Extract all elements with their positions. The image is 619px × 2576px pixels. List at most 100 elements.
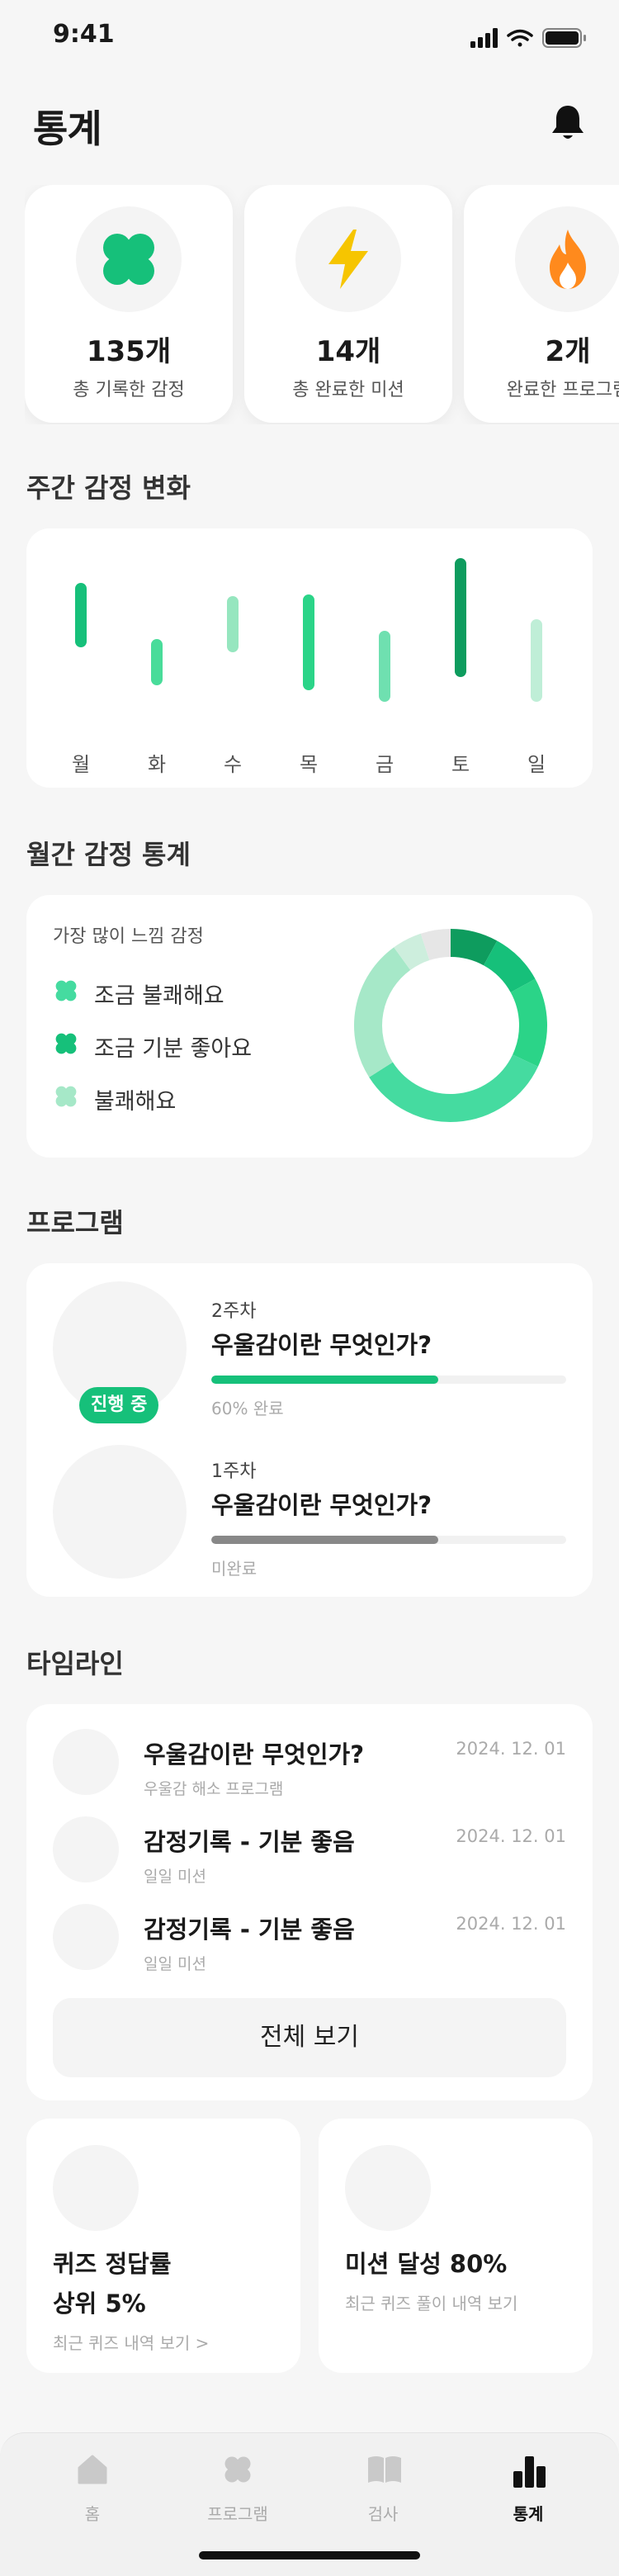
program-thumbnail (53, 1445, 187, 1579)
weekly-day-label: 화 (147, 753, 167, 776)
program-progress-fill (211, 1536, 439, 1544)
tab-home[interactable]: 홈 (35, 2453, 150, 2536)
timeline-date: 2024. 12. 01 (456, 1739, 566, 1759)
quiz-title-line2: 상위 5% (53, 2290, 146, 2318)
weekly-bar-0 (75, 583, 87, 647)
summary-icon-bg (515, 206, 619, 312)
timeline-item[interactable]: 감정기록 - 기분 좋음 일일 미션 2024. 12. 01 (26, 1904, 593, 1978)
program-item[interactable]: 1주차 우울감이란 무엇인가? 미완료 (26, 1428, 593, 1593)
summary-value: 135개 (86, 335, 172, 368)
summary-icon-bg (76, 206, 182, 312)
weekly-day-label: 수 (223, 753, 243, 776)
mission-card[interactable]: 미션 달성 80% 최근 퀴즈 풀이 내역 보기 (319, 2119, 593, 2373)
page-header: 통계 (0, 83, 619, 162)
program-week: 2주차 (211, 1301, 257, 1322)
bell-icon[interactable] (546, 101, 589, 144)
tab-program[interactable]: 프로그램 (180, 2453, 295, 2536)
summary-card-missions[interactable]: 14개 총 완료한 미션 (244, 185, 452, 423)
mission-title: 미션 달성 80% (345, 2250, 508, 2278)
weekly-day-label: 목 (299, 753, 319, 776)
donut-segment-6 (420, 929, 451, 961)
weekly-day-label: 일 (527, 753, 546, 776)
mission-history-link[interactable]: 최근 퀴즈 풀이 내역 보기 (345, 2290, 517, 2314)
tab-label: 통계 (513, 2504, 544, 2524)
summary-icon-bg (295, 206, 401, 312)
wifi-icon (507, 29, 533, 47)
donut-segment-1 (483, 940, 536, 993)
timeline-card: 우울감이란 무엇인가? 우울감 해소 프로그램 2024. 12. 01 감정기… (26, 1704, 593, 2100)
status-time: 9:41 (53, 20, 115, 49)
book-icon (368, 2456, 401, 2483)
summary-value: 2개 (545, 335, 591, 368)
clover-icon (103, 234, 154, 285)
donut-segment-3 (369, 1054, 538, 1122)
program-progress-fill (211, 1376, 439, 1384)
quiz-history-link[interactable]: 최근 퀴즈 내역 보기 > (53, 2330, 209, 2354)
tab-label: 프로그램 (207, 2504, 268, 2524)
weekly-bar-5 (455, 558, 466, 677)
tab-test[interactable]: 검사 (325, 2453, 441, 2536)
clover-icon (55, 1086, 77, 1107)
timeline-date: 2024. 12. 01 (456, 1826, 566, 1846)
timeline-title: 우울감이란 무엇인가? (144, 1740, 365, 1769)
summary-label: 총 완료한 미션 (292, 380, 404, 400)
quiz-thumbnail (53, 2145, 139, 2231)
status-bar: 9:41 (0, 0, 619, 73)
legend-label: 조금 불쾌해요 (94, 983, 224, 1009)
timeline-subtitle: 우울감 해소 프로그램 (144, 1780, 284, 1798)
weekly-day-label: 금 (375, 753, 395, 776)
program-status-badge: 진행 중 (79, 1387, 159, 1423)
legend-label: 불쾌해요 (94, 1089, 177, 1115)
lightning-icon (328, 230, 368, 289)
monthly-section-title: 월간 감정 통계 (26, 839, 191, 870)
battery-icon (542, 28, 586, 48)
tab-label: 검사 (367, 2504, 399, 2524)
donut-segment-5 (394, 933, 430, 971)
program-section-title: 프로그램 (26, 1207, 124, 1238)
weekly-day-label: 토 (451, 753, 470, 776)
summary-card-emotions[interactable]: 135개 총 기록한 감정 (25, 185, 233, 423)
home-indicator (199, 2551, 420, 2559)
timeline-thumbnail (53, 1729, 119, 1795)
timeline-title: 감정기록 - 기분 좋음 (144, 1828, 355, 1856)
monthly-subtitle: 가장 많이 느낌 감정 (53, 926, 204, 947)
quiz-title-line1: 퀴즈 정답률 (53, 2250, 172, 2278)
program-week: 1주차 (211, 1461, 257, 1482)
weekly-bar-6 (531, 619, 542, 702)
program-card: 진행 중 2주차 우울감이란 무엇인가? 60% 완료 1주차 우울감이란 무엇… (26, 1263, 593, 1597)
donut-segment-4 (354, 947, 411, 1077)
quiz-card[interactable]: 퀴즈 정답률 상위 5% 최근 퀴즈 내역 보기 > (26, 2119, 300, 2373)
program-progress-bar (211, 1536, 566, 1544)
summary-row: 135개 총 기록한 감정 14개 총 완료한 미션 2개 완료한 프로그램 (25, 185, 619, 424)
summary-value: 14개 (315, 335, 381, 368)
tab-label: 홈 (84, 2504, 101, 2524)
page-title: 통계 (33, 107, 102, 151)
timeline-title: 감정기록 - 기분 좋음 (144, 1915, 355, 1944)
legend-label: 조금 기분 좋아요 (94, 1036, 253, 1062)
timeline-item[interactable]: 감정기록 - 기분 좋음 일일 미션 2024. 12. 01 (26, 1816, 593, 1891)
timeline-section-title: 타임라인 (26, 1648, 124, 1679)
home-icon (78, 2455, 107, 2484)
view-all-button[interactable]: 전체 보기 (53, 1998, 566, 2077)
summary-label: 완료한 프로그램 (506, 380, 619, 400)
monthly-stats-card: 가장 많이 느낌 감정 조금 불쾌해요 조금 기분 좋아요 불쾌해요 (26, 895, 593, 1158)
program-item[interactable]: 진행 중 2주차 우울감이란 무엇인가? 60% 완료 (26, 1263, 593, 1428)
weekly-bar-1 (151, 639, 163, 685)
timeline-item[interactable]: 우울감이란 무엇인가? 우울감 해소 프로그램 2024. 12. 01 (26, 1729, 593, 1803)
tab-stats[interactable]: 통계 (470, 2453, 586, 2536)
timeline-thumbnail (53, 1904, 119, 1970)
timeline-date: 2024. 12. 01 (456, 1914, 566, 1934)
weekly-day-label: 월 (71, 753, 91, 776)
weekly-chart (75, 558, 542, 702)
quiz-title: 퀴즈 정답률 상위 5% (53, 2244, 172, 2323)
weekly-bar-3 (303, 594, 314, 690)
clover-icon (224, 2456, 251, 2483)
donut-segment-0 (450, 929, 498, 966)
clover-icon (55, 980, 77, 1002)
weekly-section-title: 주간 감정 변화 (26, 472, 191, 504)
program-progress-bar (211, 1376, 566, 1384)
program-status: 미완료 (211, 1559, 258, 1579)
bar-chart-icon (513, 2456, 546, 2488)
summary-card-programs[interactable]: 2개 완료한 프로그램 (464, 185, 619, 423)
signal-icon (470, 28, 498, 48)
